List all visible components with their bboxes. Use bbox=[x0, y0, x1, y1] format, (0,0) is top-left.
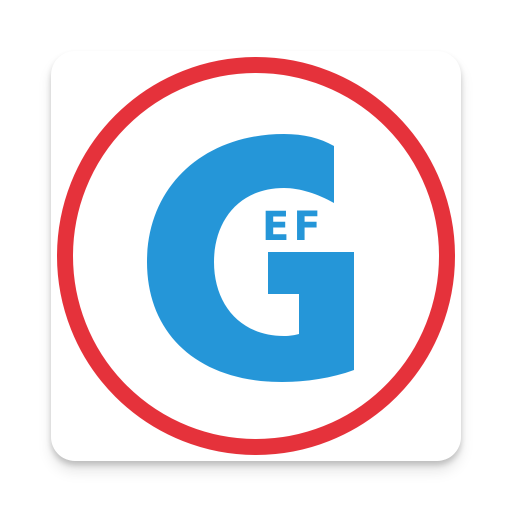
logo-letter-g bbox=[147, 134, 354, 382]
red-ring bbox=[57, 57, 455, 455]
app-icon-stage: EF bbox=[0, 0, 512, 512]
gef-logo-icon: EF bbox=[57, 57, 455, 455]
logo-subtext: EF bbox=[262, 204, 325, 250]
